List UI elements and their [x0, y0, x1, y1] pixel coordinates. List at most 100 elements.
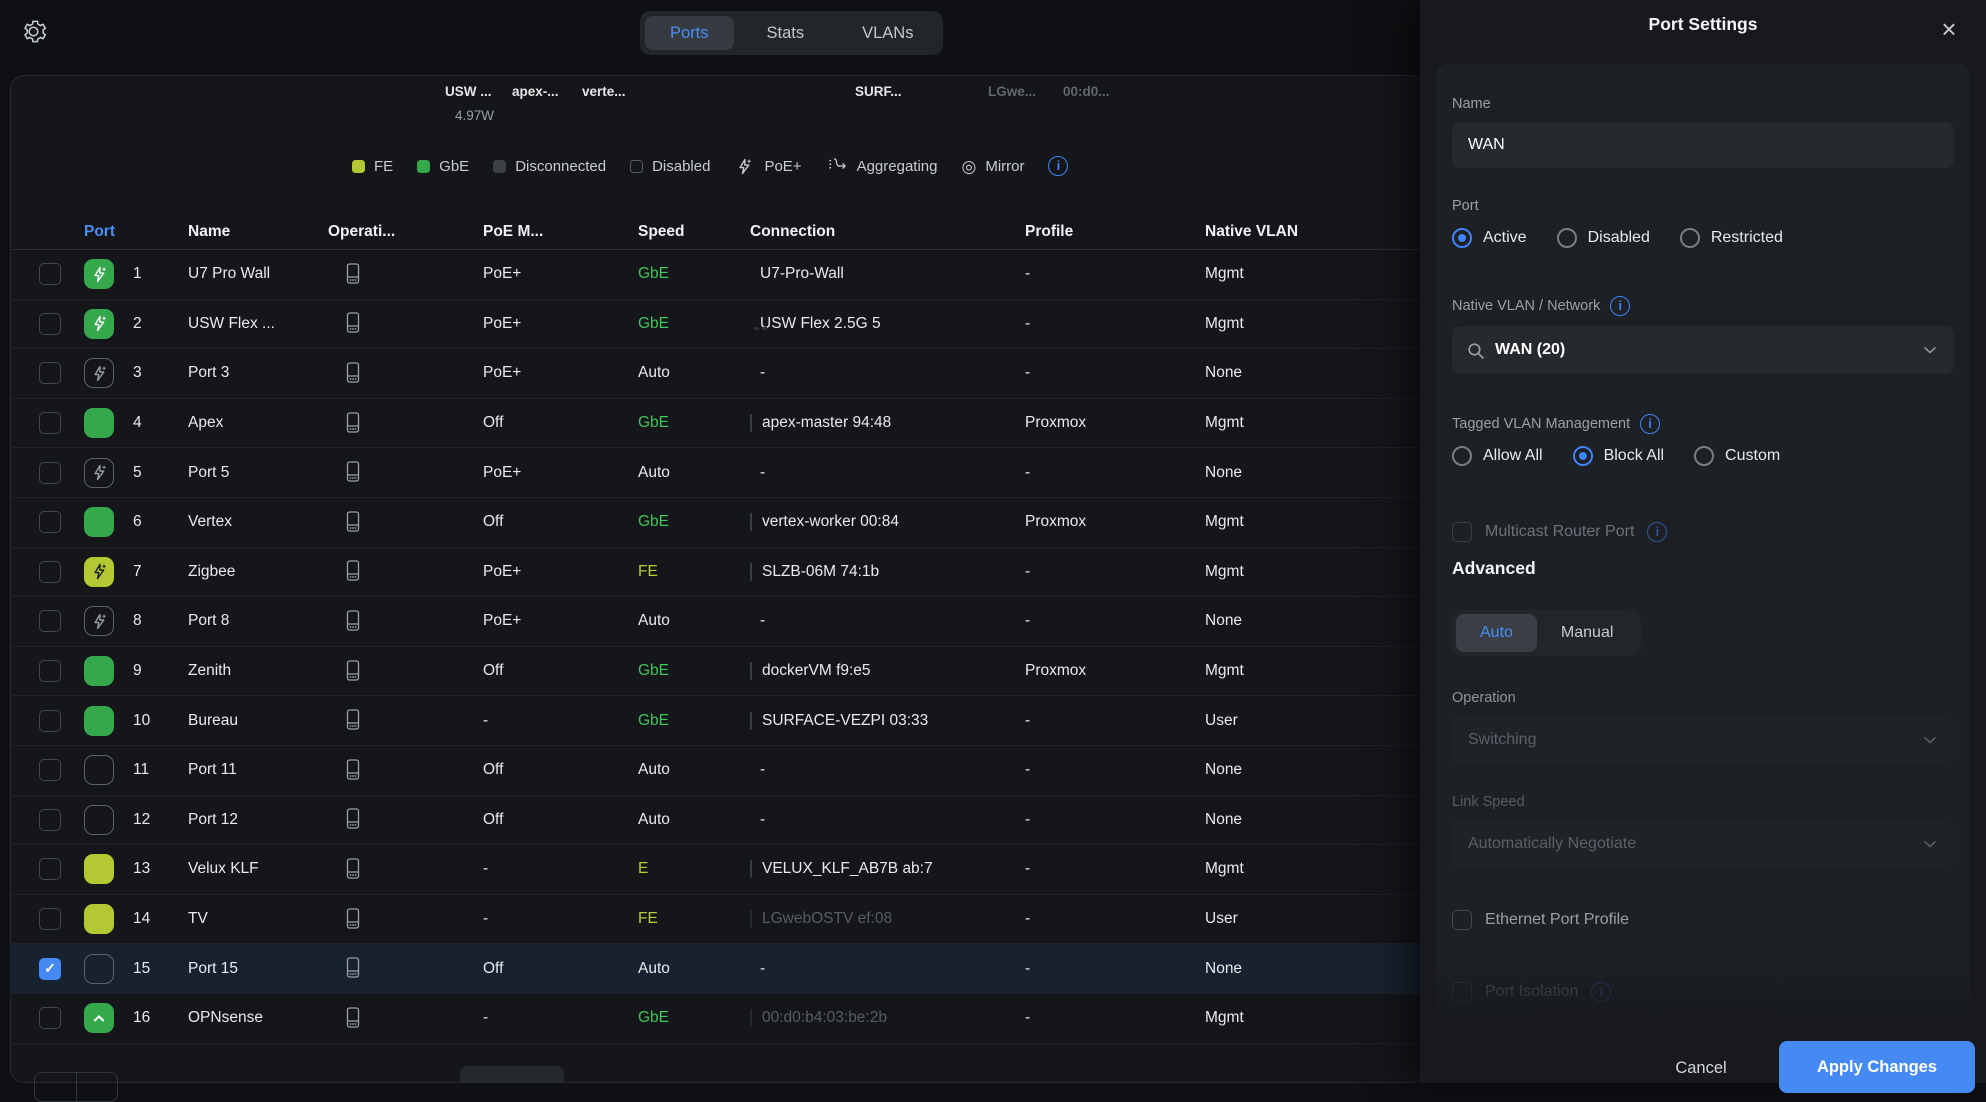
legend-item-gbe: GbE: [417, 158, 469, 175]
table-row-port-4[interactable]: 4ApexOffGbEapex-master 94:48ProxmoxMgmt: [10, 399, 1424, 449]
legend-label: PoE+: [764, 158, 801, 175]
radio-icon[interactable]: [1452, 228, 1472, 248]
table-row-port-6[interactable]: 6VertexOffGbEvertex-worker 00:84ProxmoxM…: [10, 498, 1424, 548]
tab-ports[interactable]: Ports: [645, 16, 734, 50]
port-state-option-restricted[interactable]: Restricted: [1680, 228, 1783, 248]
ethernet-port-profile-checkbox-row[interactable]: Ethernet Port Profile: [1452, 910, 1629, 930]
row-checkbox[interactable]: [39, 908, 61, 930]
tagged-vlan-info-icon[interactable]: i: [1640, 414, 1660, 434]
cancel-button[interactable]: Cancel: [1646, 1050, 1756, 1086]
ethernet-profile-checkbox[interactable]: [1452, 910, 1472, 930]
operation-icon: [328, 856, 483, 883]
multicast-info-icon[interactable]: i: [1647, 522, 1667, 542]
tagged-vlan-option-allow-all[interactable]: Allow All: [1452, 446, 1543, 466]
close-icon[interactable]: ×: [1934, 14, 1964, 44]
table-row-port-16[interactable]: 16OPNsense-GbE00:d0:b4:03:be:2b-Mgmt: [10, 994, 1424, 1044]
row-checkbox[interactable]: [39, 610, 61, 632]
pagination-arrows[interactable]: [34, 1072, 118, 1102]
port-isolation-info-icon[interactable]: i: [1591, 982, 1611, 1002]
native-vlan-info-icon[interactable]: i: [1610, 296, 1630, 316]
link-speed-select: Automatically Negotiate: [1452, 820, 1954, 868]
port-number: 13: [130, 860, 188, 878]
table-row-port-3[interactable]: 3Port 3PoE+Auto--None: [10, 349, 1424, 399]
legend-item-disconnected: Disconnected: [493, 158, 606, 175]
row-checkbox[interactable]: [39, 809, 61, 831]
ethernet-profile-label: Ethernet Port Profile: [1485, 911, 1629, 929]
speed-value: GbE: [638, 414, 750, 432]
table-row-port-14[interactable]: 14TV-FELGwebOSTV ef:08-User: [10, 895, 1424, 945]
table-row-port-15[interactable]: ✓15Port 15OffAuto--None: [10, 944, 1424, 994]
native-vlan-value: Mgmt: [1205, 265, 1355, 283]
table-row-port-12[interactable]: 12Port 12OffAuto--None: [10, 796, 1424, 846]
port-state-option-active[interactable]: Active: [1452, 228, 1527, 248]
rows-per-page-control[interactable]: [460, 1066, 564, 1083]
advanced-mode-auto[interactable]: Auto: [1456, 614, 1537, 652]
row-checkbox[interactable]: ✓: [39, 958, 61, 980]
speed-value: GbE: [638, 1009, 750, 1027]
port-isolation-checkbox-row[interactable]: Port Isolation i: [1452, 982, 1611, 1002]
column-header-port[interactable]: Port: [84, 223, 188, 241]
pagination-prev-button[interactable]: [35, 1073, 77, 1101]
profile-value: -: [1025, 811, 1205, 829]
legend-info-icon[interactable]: i: [1048, 156, 1068, 176]
row-checkbox[interactable]: [39, 660, 61, 682]
row-checkbox[interactable]: [39, 858, 61, 880]
advanced-mode-manual[interactable]: Manual: [1537, 614, 1637, 652]
poe-mode: Off: [483, 513, 638, 531]
pagination-next-button[interactable]: [77, 1073, 118, 1101]
connection-name: VELUX_KLF_AB7B ab:7: [762, 860, 933, 878]
table-row-port-5[interactable]: 5Port 5PoE+Auto--None: [10, 448, 1424, 498]
tab-vlans[interactable]: VLANs: [837, 16, 938, 50]
table-row-port-11[interactable]: 11Port 11OffAuto--None: [10, 746, 1424, 796]
table-row-port-8[interactable]: 8Port 8PoE+Auto--None: [10, 597, 1424, 647]
radio-label: Custom: [1725, 447, 1780, 465]
port-status-icon: [84, 854, 114, 884]
row-checkbox[interactable]: [39, 412, 61, 434]
port-name: Port 11: [188, 761, 328, 779]
row-checkbox[interactable]: [39, 313, 61, 335]
advanced-section-heading: Advanced: [1452, 558, 1536, 579]
table-row-port-13[interactable]: 13Velux KLF-EVELUX_KLF_AB7B ab:7-Mgmt: [10, 845, 1424, 895]
row-checkbox[interactable]: [39, 1007, 61, 1029]
column-header-native-vlan: Native VLAN: [1205, 223, 1355, 241]
multicast-label: Multicast Router Port: [1485, 523, 1634, 541]
native-vlan-value: None: [1205, 612, 1355, 630]
port-status-icon: [84, 358, 114, 388]
apply-changes-button[interactable]: Apply Changes: [1779, 1041, 1975, 1093]
port-number: 8: [130, 612, 188, 630]
radio-icon[interactable]: [1557, 228, 1577, 248]
row-checkbox[interactable]: [39, 462, 61, 484]
row-checkbox[interactable]: [39, 511, 61, 533]
native-vlan-value: User: [1205, 712, 1355, 730]
table-row-port-10[interactable]: 10Bureau-GbESURFACE-VEZPI 03:33-User: [10, 696, 1424, 746]
table-row-port-2[interactable]: 2USW Flex ...PoE+GbEUSW Flex 2.5G 5-Mgmt: [10, 300, 1424, 350]
connection-name: -: [760, 811, 765, 829]
port-state-option-disabled[interactable]: Disabled: [1557, 228, 1650, 248]
port-name-input[interactable]: [1452, 122, 1954, 168]
radio-icon[interactable]: [1452, 446, 1472, 466]
native-vlan-value: Mgmt: [1205, 1009, 1355, 1027]
table-row-port-7[interactable]: 7ZigbeePoE+FESLZB-06M 74:1b-Mgmt: [10, 548, 1424, 598]
multicast-checkbox[interactable]: [1452, 522, 1472, 542]
client-device-icon: [750, 513, 752, 531]
row-checkbox[interactable]: [39, 362, 61, 384]
row-checkbox[interactable]: [39, 710, 61, 732]
row-checkbox[interactable]: [39, 263, 61, 285]
multicast-router-port-checkbox-row[interactable]: Multicast Router Port i: [1452, 522, 1667, 542]
row-checkbox[interactable]: [39, 561, 61, 583]
table-row-port-9[interactable]: 9ZenithOffGbEdockerVM f9:e5ProxmoxMgmt: [10, 647, 1424, 697]
tagged-vlan-option-block-all[interactable]: Block All: [1573, 446, 1664, 466]
tagged-vlan-option-custom[interactable]: Custom: [1694, 446, 1780, 466]
tab-stats[interactable]: Stats: [742, 16, 830, 50]
port-isolation-checkbox[interactable]: [1452, 982, 1472, 1002]
table-row-port-1[interactable]: 1U7 Pro WallPoE+GbEU7-Pro-Wall-Mgmt: [10, 250, 1424, 300]
poe-mode: Off: [483, 414, 638, 432]
native-vlan-select[interactable]: WAN (20): [1452, 326, 1954, 374]
aggregating-icon: [826, 157, 848, 175]
settings-gear-icon[interactable]: [16, 14, 50, 48]
operation-icon: [328, 360, 483, 387]
radio-icon[interactable]: [1680, 228, 1700, 248]
radio-icon[interactable]: [1694, 446, 1714, 466]
radio-icon[interactable]: [1573, 446, 1593, 466]
row-checkbox[interactable]: [39, 759, 61, 781]
